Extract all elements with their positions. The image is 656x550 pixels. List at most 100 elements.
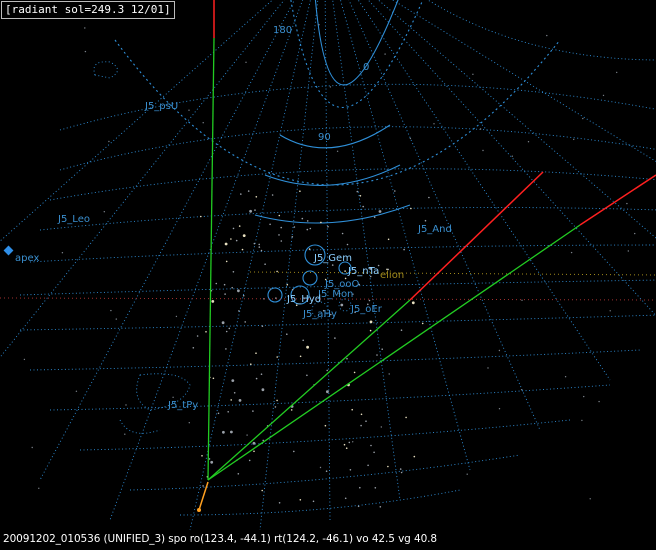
star-dot (400, 471, 403, 474)
apex-marker-icon (3, 245, 14, 256)
star-dot (362, 205, 365, 208)
star-dot (326, 369, 329, 372)
star-dot (280, 226, 283, 229)
star-dot (336, 150, 339, 152)
star-dot (359, 486, 361, 489)
star-dot (369, 320, 373, 324)
star-dot (227, 411, 229, 413)
star-dot (241, 248, 244, 251)
star-dot (238, 225, 241, 227)
star-dot (573, 138, 575, 141)
star-dot (261, 489, 264, 492)
star-dot (570, 251, 573, 254)
star-dot (269, 223, 271, 226)
star-dot (346, 357, 348, 360)
star-dot (230, 430, 233, 434)
star-dot (521, 299, 523, 301)
star-dot (627, 250, 629, 252)
star-dot (290, 409, 293, 411)
star-dot (188, 109, 190, 111)
star-dot (247, 190, 250, 192)
star-dot (255, 196, 258, 198)
star-dot (228, 327, 231, 330)
star-dot (602, 94, 605, 97)
star-dot (376, 354, 378, 356)
star-dot (326, 390, 329, 394)
star-dot (626, 202, 628, 205)
star-dot (581, 419, 583, 422)
star-dot (546, 34, 548, 37)
star-dot (217, 412, 220, 415)
star-dot (246, 434, 248, 436)
star-dot (482, 149, 484, 152)
star-dot (262, 439, 265, 442)
star-dot (200, 215, 202, 218)
star-dot (306, 374, 308, 377)
star-dot (255, 352, 257, 355)
star-dot (215, 282, 218, 285)
star-dot (188, 422, 190, 424)
helion-label: elion (380, 270, 404, 281)
star-dot (238, 310, 240, 312)
star-dot (421, 322, 424, 325)
shower-label-Mon: J5_Mon (317, 289, 353, 300)
star-dot (110, 309, 112, 312)
star-dot (329, 86, 332, 88)
star-dot (224, 293, 226, 295)
star-dot (353, 371, 356, 374)
shower-label-And: J5_And (417, 224, 452, 235)
star-dot (318, 24, 320, 26)
star-dot (61, 252, 64, 254)
star-dot (589, 498, 591, 500)
star-dot (235, 239, 238, 242)
shower-label-Hyd: J5_Hyd (286, 294, 321, 305)
star-dot (351, 408, 354, 411)
star-dot (472, 73, 474, 76)
star-dot (433, 123, 435, 125)
star-dot (369, 329, 372, 332)
star-dot (334, 337, 336, 339)
shower-label-Leo: J5_Leo (57, 214, 90, 225)
star-dot (271, 194, 274, 196)
star-dot (103, 211, 106, 213)
green-trajectory-mid (207, 299, 411, 481)
star-dot (230, 238, 232, 240)
star-dot (380, 426, 382, 428)
star-dot (367, 464, 369, 467)
star-dot (379, 506, 382, 508)
star-dot (225, 260, 228, 263)
star-dot (466, 473, 468, 475)
star-dot (278, 214, 281, 217)
star-dot (124, 433, 126, 435)
star-dot (237, 473, 240, 475)
star-dot (583, 395, 585, 398)
star-dot (346, 243, 349, 246)
star-dot (341, 232, 344, 235)
star-dot (258, 246, 261, 248)
star-dot (276, 270, 278, 273)
star-dot (368, 299, 371, 302)
star-dot (280, 240, 283, 242)
star-dot (232, 227, 235, 230)
star-dot (242, 234, 246, 238)
red-trajectory-mid (409, 171, 544, 301)
star-dot (299, 190, 301, 192)
star-dot (293, 226, 296, 228)
star-dot (253, 242, 256, 245)
star-dot (357, 505, 360, 508)
star-dot (261, 388, 265, 392)
star-dot (240, 193, 242, 195)
star-dot (175, 315, 178, 318)
star-dot (225, 330, 228, 333)
star-dot (260, 373, 263, 376)
star-dot (232, 271, 235, 273)
star-dot (238, 399, 242, 402)
star-dot (261, 325, 264, 328)
star-dot (212, 377, 215, 380)
star-dot (249, 209, 253, 213)
star-dot (201, 455, 203, 457)
star-dot (223, 283, 226, 286)
star-dot (254, 209, 256, 211)
star-dot (224, 242, 228, 246)
star-dot (242, 294, 245, 297)
